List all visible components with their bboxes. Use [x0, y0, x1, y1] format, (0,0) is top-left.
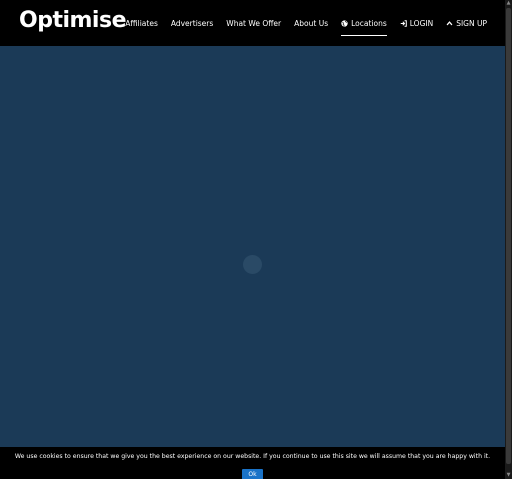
cookie-banner: We use cookies to ensure that we give yo…	[0, 447, 505, 479]
scrollbar-thumb[interactable]	[506, 8, 511, 464]
nav-item-affiliates[interactable]: Affiliates	[125, 14, 158, 32]
nav-item-what-we-offer[interactable]: What We Offer	[226, 14, 281, 32]
cookie-message: We use cookies to ensure that we give yo…	[14, 453, 491, 460]
nav-item-login[interactable]: LOGIN	[400, 14, 433, 32]
nav-item-advertisers[interactable]: Advertisers	[171, 14, 213, 32]
globe-icon	[341, 19, 348, 27]
scroll-up-arrow-icon[interactable]: ▲	[505, 0, 512, 7]
nav-item-sign-up[interactable]: SIGN UP	[446, 14, 487, 32]
page: Optimise Affiliates Advertisers What We …	[0, 0, 512, 479]
chevron-up-icon	[446, 20, 453, 27]
nav-item-label: About Us	[294, 18, 329, 28]
optimise-logo[interactable]: Optimise	[19, 6, 127, 36]
nav-item-label: Advertisers	[170, 18, 214, 28]
scroll-down-arrow-icon[interactable]: ▼	[505, 472, 512, 479]
top-navigation-bar: Optimise Affiliates Advertisers What We …	[0, 0, 505, 46]
vertical-scrollbar[interactable]: ▲ ▼	[505, 0, 512, 479]
cookie-ok-button[interactable]: Ok	[242, 469, 263, 479]
loading-spinner	[243, 255, 262, 274]
nav-item-label: What We Offer	[226, 18, 282, 28]
main-nav: Affiliates Advertisers What We Offer Abo…	[125, 0, 487, 46]
main-content	[0, 46, 505, 447]
nav-item-label: Locations	[351, 18, 387, 28]
nav-item-label: Affiliates	[125, 18, 158, 28]
nav-item-label: LOGIN	[409, 18, 434, 28]
sign-in-icon	[400, 19, 407, 27]
nav-item-label: SIGN UP	[456, 18, 487, 28]
nav-item-locations[interactable]: Locations	[341, 14, 387, 36]
nav-item-about-us[interactable]: About Us	[294, 14, 328, 32]
